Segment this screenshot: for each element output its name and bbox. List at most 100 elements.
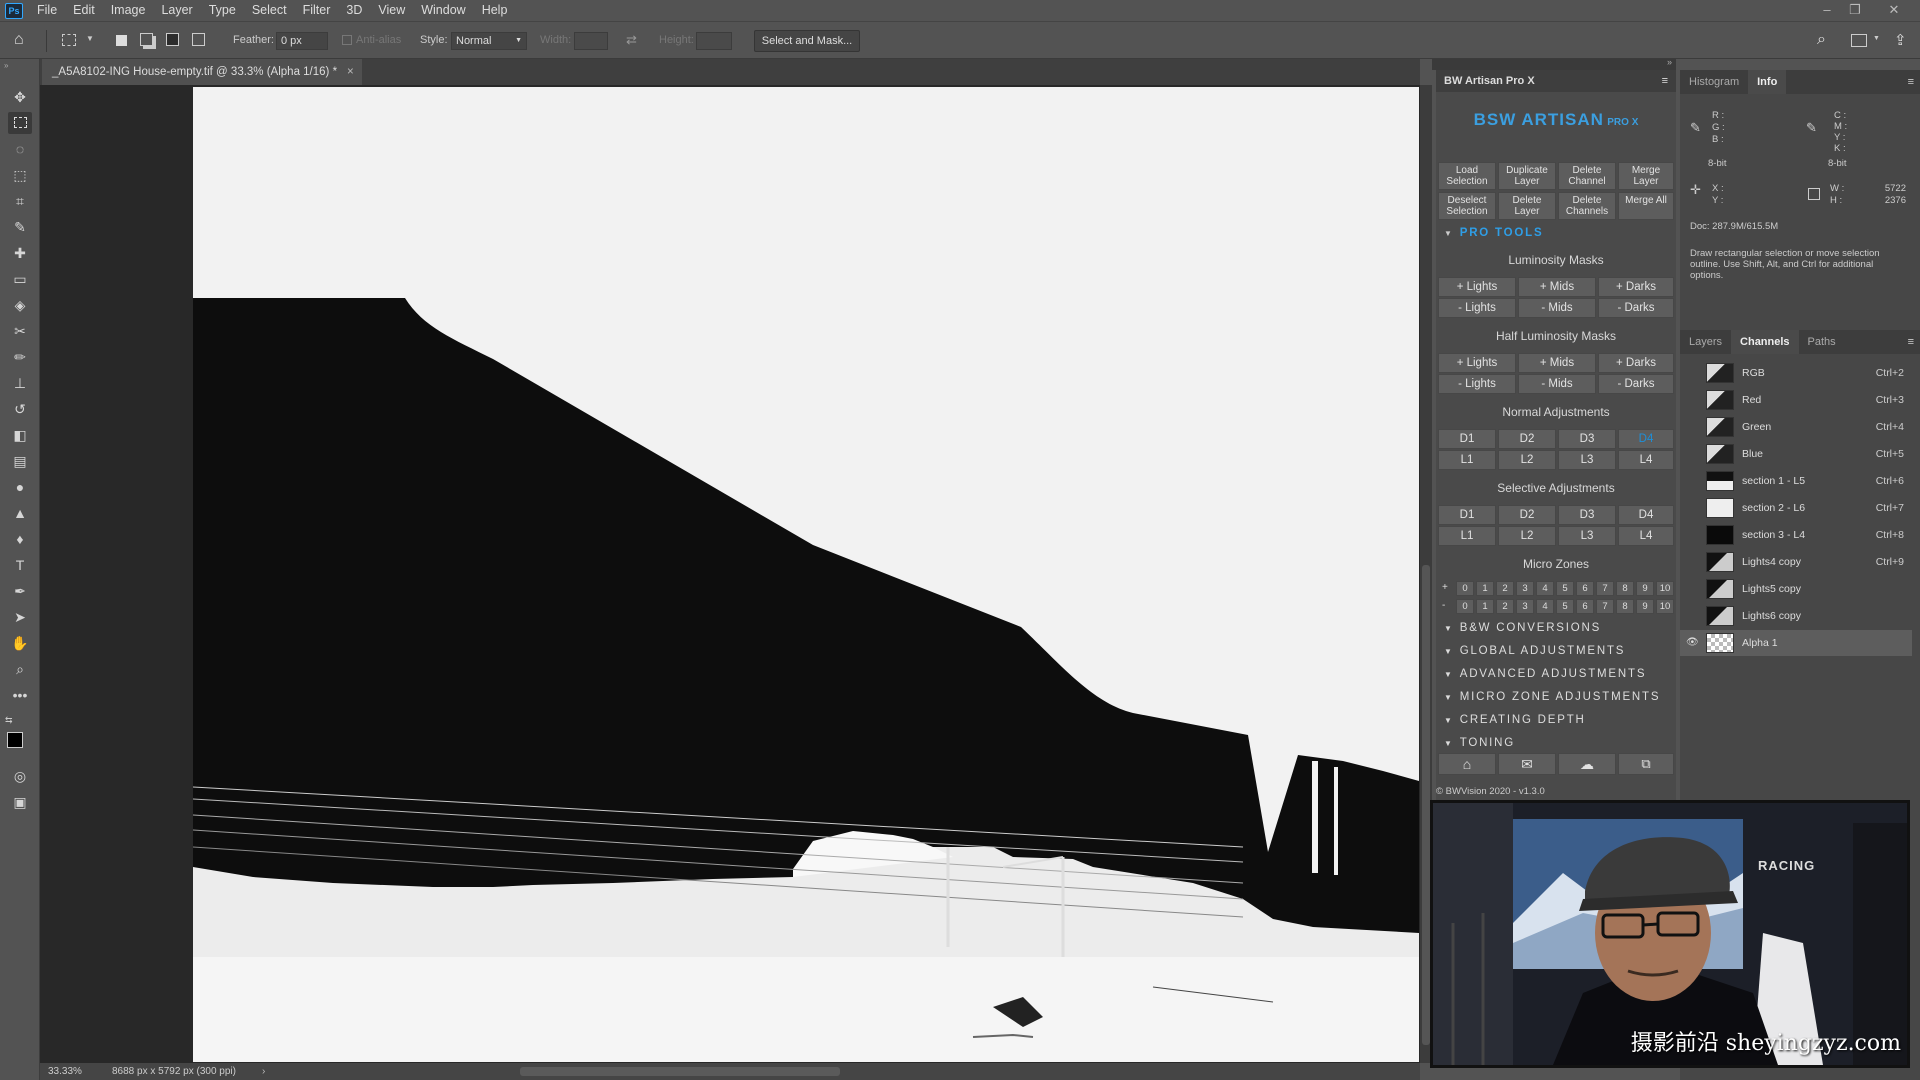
micro-zone-button[interactable]: 4 — [1536, 599, 1554, 614]
panel-menu-icon[interactable]: ≡ — [1908, 330, 1914, 354]
collapse-icon[interactable]: » — [4, 61, 8, 70]
channel-row[interactable]: RGB Ctrl+2 — [1680, 360, 1912, 386]
email-icon[interactable]: ✉ — [1498, 753, 1556, 775]
antialias-checkbox[interactable] — [342, 35, 352, 45]
micro-zone-button[interactable]: 3 — [1516, 581, 1534, 596]
chevron-down-icon[interactable]: ▼ — [1873, 35, 1880, 42]
luminosity-button[interactable]: + Mids — [1518, 277, 1596, 297]
visibility-toggle[interactable] — [1686, 367, 1698, 379]
dodge-icon[interactable]: ♦ — [8, 528, 32, 550]
path-selection-icon[interactable]: ➤ — [8, 606, 32, 628]
tab-layers[interactable]: Layers — [1680, 330, 1731, 354]
micro-zone-button[interactable]: 5 — [1556, 599, 1574, 614]
bw-top-button[interactable]: Delete Channel — [1558, 162, 1616, 190]
object-selection-icon[interactable]: ⬚ — [8, 164, 32, 186]
more-tools-icon[interactable]: ••• — [8, 684, 32, 706]
selective-d4-button[interactable]: D4 — [1618, 505, 1674, 525]
normal-d2-button[interactable]: D2 — [1498, 429, 1556, 449]
cloud-upload-icon[interactable]: ☁ — [1558, 753, 1616, 775]
hand-tool-icon[interactable]: ✋ — [8, 632, 32, 654]
blur-drop-icon[interactable]: ● — [8, 476, 32, 498]
half-luminosity-button[interactable]: - Mids — [1518, 374, 1596, 394]
half-luminosity-button[interactable]: - Lights — [1438, 374, 1516, 394]
minimize-icon[interactable]: – — [1813, 0, 1841, 21]
history-brush-icon[interactable]: ↺ — [8, 398, 32, 420]
selective-d1-button[interactable]: D1 — [1438, 505, 1496, 525]
micro-zone-button[interactable]: 6 — [1576, 599, 1594, 614]
micro-zone-button[interactable]: 4 — [1536, 581, 1554, 596]
chevron-right-icon[interactable]: › — [262, 1063, 265, 1080]
section-toning[interactable]: ▼ TONING — [1436, 732, 1676, 754]
lasso-tool-icon[interactable]: ◌ — [8, 138, 32, 160]
feather-input[interactable]: 0 px — [276, 32, 328, 50]
channel-row[interactable]: Lights4 copy Ctrl+9 — [1680, 549, 1912, 575]
micro-zone-button[interactable]: 2 — [1496, 599, 1514, 614]
gradient-icon[interactable]: ▤ — [8, 450, 32, 472]
restore-icon[interactable]: ❐ — [1841, 0, 1869, 21]
visibility-toggle[interactable] — [1686, 610, 1698, 622]
section-advanced-adjustments[interactable]: ▼ ADVANCED ADJUSTMENTS — [1436, 663, 1676, 685]
panel-menu-icon[interactable]: ≡ — [1908, 70, 1914, 94]
sharpen-icon[interactable]: ▲ — [8, 502, 32, 524]
visibility-toggle[interactable] — [1686, 556, 1698, 568]
visibility-toggle[interactable] — [1686, 394, 1698, 406]
luminosity-button[interactable]: - Mids — [1518, 298, 1596, 318]
crop-tool-icon[interactable]: ⌗ — [8, 190, 32, 212]
channel-row[interactable]: section 2 - L6 Ctrl+7 — [1680, 495, 1912, 521]
search-icon[interactable]: ⌕ — [1817, 31, 1826, 49]
screen-mode-icon[interactable]: ▣ — [8, 791, 32, 813]
menu-help[interactable]: Help — [474, 0, 516, 21]
quick-mask-icon[interactable]: ◎ — [8, 765, 32, 787]
menu-select[interactable]: Select — [244, 0, 295, 21]
horizontal-scroll-thumb[interactable] — [520, 1067, 840, 1076]
height-input[interactable] — [696, 32, 732, 50]
marquee-tool-icon[interactable] — [62, 34, 76, 46]
section-micro-zone-adjustments[interactable]: ▼ MICRO ZONE ADJUSTMENTS — [1436, 686, 1676, 708]
selective-l1-button[interactable]: L1 — [1438, 526, 1496, 546]
copy-icon[interactable]: ⧉ — [1618, 753, 1674, 775]
micro-zone-button[interactable]: 7 — [1596, 599, 1614, 614]
bw-top-button[interactable]: Duplicate Layer — [1498, 162, 1556, 190]
bw-top-button[interactable]: Deselect Selection — [1438, 192, 1496, 220]
bw-top-button[interactable]: Delete Channels — [1558, 192, 1616, 220]
micro-zone-button[interactable]: 2 — [1496, 581, 1514, 596]
style-select[interactable]: Normal ▼ — [451, 32, 527, 50]
zoom-level[interactable]: 33.33% — [48, 1063, 82, 1080]
scroll-thumb[interactable] — [1422, 565, 1430, 1045]
panel-menu-icon[interactable]: ≡ — [1662, 70, 1668, 92]
selective-l2-button[interactable]: L2 — [1498, 526, 1556, 546]
normal-l2-button[interactable]: L2 — [1498, 450, 1556, 470]
half-luminosity-button[interactable]: + Mids — [1518, 353, 1596, 373]
menu-layer[interactable]: Layer — [153, 0, 200, 21]
section-b-w-conversions[interactable]: ▼ B&W CONVERSIONS — [1436, 617, 1676, 639]
menu-type[interactable]: Type — [201, 0, 244, 21]
selective-l4-button[interactable]: L4 — [1618, 526, 1674, 546]
menu-filter[interactable]: Filter — [295, 0, 339, 21]
luminosity-button[interactable]: - Lights — [1438, 298, 1516, 318]
visibility-toggle[interactable] — [1686, 583, 1698, 595]
normal-d4-button[interactable]: D4 — [1618, 429, 1674, 449]
micro-zone-button[interactable]: 7 — [1596, 581, 1614, 596]
share-icon[interactable]: ⇪ — [1894, 31, 1907, 49]
normal-l1-button[interactable]: L1 — [1438, 450, 1496, 470]
bw-artisan-tab[interactable]: BW Artisan Pro X ≡ — [1436, 70, 1676, 92]
normal-l4-button[interactable]: L4 — [1618, 450, 1674, 470]
micro-zone-button[interactable]: 6 — [1576, 581, 1594, 596]
half-luminosity-button[interactable]: + Darks — [1598, 353, 1674, 373]
channel-row[interactable]: Green Ctrl+4 — [1680, 414, 1912, 440]
channel-row[interactable]: 👁 Alpha 1 — [1680, 630, 1912, 656]
foreground-color-swatch[interactable] — [7, 732, 23, 748]
new-selection-icon[interactable] — [116, 35, 127, 46]
menu-file[interactable]: File — [29, 0, 65, 21]
channel-row[interactable]: section 1 - L5 Ctrl+6 — [1680, 468, 1912, 494]
pen-tool-icon[interactable]: ✒ — [8, 580, 32, 602]
clone-stamp-icon[interactable]: ⊥ — [8, 372, 32, 394]
menu-3d[interactable]: 3D — [338, 0, 370, 21]
channel-row[interactable]: Blue Ctrl+5 — [1680, 441, 1912, 467]
selective-d3-button[interactable]: D3 — [1558, 505, 1616, 525]
micro-zone-button[interactable]: 8 — [1616, 581, 1634, 596]
micro-zone-button[interactable]: 1 — [1476, 581, 1494, 596]
section-global-adjustments[interactable]: ▼ GLOBAL ADJUSTMENTS — [1436, 640, 1676, 662]
swap-colors-icon[interactable]: ⇆ — [5, 715, 13, 726]
bandaid-icon[interactable]: ▭ — [8, 268, 32, 290]
